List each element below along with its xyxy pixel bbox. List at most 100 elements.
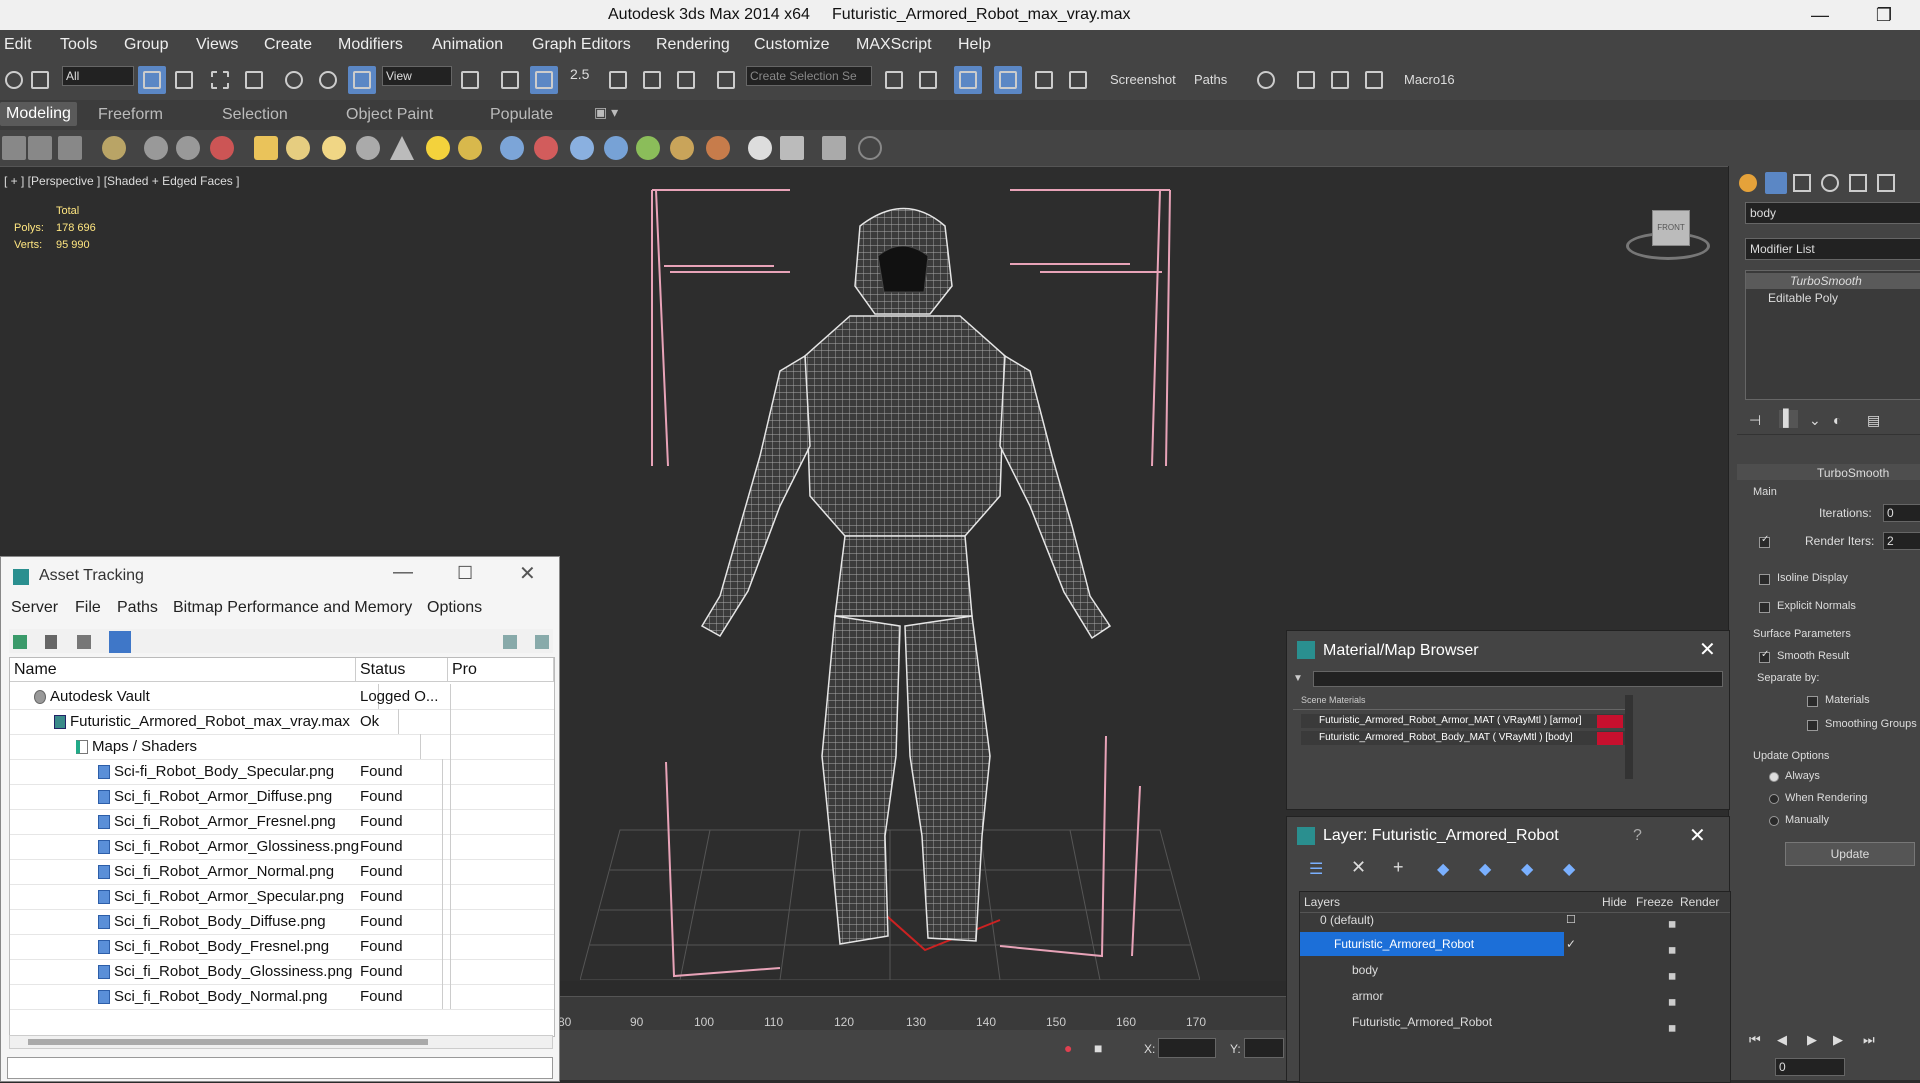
table-row[interactable]: Sci-fi_Robot_Body_Specular.png Found: [10, 759, 554, 785]
angle-snap-icon[interactable]: [604, 66, 632, 94]
select-manipulate-icon[interactable]: [496, 66, 524, 94]
render-setup-icon[interactable]: [1292, 66, 1320, 94]
select-object-icon[interactable]: [138, 66, 166, 94]
material-item-body[interactable]: Futuristic_Armored_Robot_Body_MAT ( VRay…: [1301, 731, 1631, 745]
minimize-button[interactable]: —: [1800, 2, 1840, 28]
material-sphere-icon[interactable]: [748, 136, 772, 160]
pin-stack-icon[interactable]: ⊣: [1749, 412, 1761, 429]
current-layer-check-icon[interactable]: ✓: [1566, 932, 1576, 956]
selection-filter-dropdown[interactable]: All: [62, 66, 134, 86]
y-coord-field[interactable]: [1244, 1038, 1284, 1058]
motion-tab-icon[interactable]: [1821, 174, 1839, 192]
menu-help[interactable]: Help: [958, 36, 991, 54]
lock-icon[interactable]: ■: [1094, 1040, 1102, 1056]
space-warp-icon[interactable]: [604, 136, 628, 160]
curve-editor-icon[interactable]: [1030, 66, 1058, 94]
minimize-icon[interactable]: —: [393, 561, 413, 584]
layer-row[interactable]: Futuristic_Armored_Robot ✓: [1300, 932, 1730, 956]
tab-freeform[interactable]: Freeform: [98, 106, 163, 124]
materials-checkbox[interactable]: [1807, 696, 1818, 707]
hierarchy-tab-icon[interactable]: [1793, 174, 1811, 192]
menu-group[interactable]: Group: [124, 36, 168, 54]
sphere-primitive-icon[interactable]: [322, 136, 346, 160]
camera-icon[interactable]: [570, 136, 594, 160]
table-row[interactable]: Sci_fi_Robot_Body_Glossiness.png Found: [10, 959, 554, 985]
ribbon-options-icon[interactable]: ▣ ▾: [594, 104, 618, 121]
cloth-icon[interactable]: [706, 136, 730, 160]
vault-settings-icon[interactable]: [535, 635, 549, 649]
layer-properties-icon[interactable]: ☰: [1309, 859, 1323, 879]
sun-light-icon[interactable]: [426, 136, 450, 160]
paths-macro-button[interactable]: Paths: [1194, 72, 1227, 87]
pin-icon[interactable]: ●: [1064, 1040, 1072, 1056]
particle-tools-icon[interactable]: [210, 136, 234, 160]
align-icon[interactable]: [914, 66, 942, 94]
viewport-layout-icon[interactable]: [2, 136, 26, 160]
export-icon[interactable]: [822, 136, 846, 160]
table-row[interactable]: Autodesk Vault Logged O...: [10, 684, 554, 710]
previous-frame-icon[interactable]: ◀: [1777, 1032, 1787, 1048]
layer-row[interactable]: 0 (default) ☐: [1300, 908, 1730, 932]
vault-connect-icon[interactable]: [503, 635, 517, 649]
render-grid-icon[interactable]: [780, 136, 804, 160]
create-tab-icon[interactable]: [1739, 174, 1757, 192]
configure-modifier-sets-icon[interactable]: ▤: [1867, 412, 1880, 429]
foliage-icon[interactable]: [636, 136, 660, 160]
help-icon[interactable]: [858, 136, 882, 160]
asset-menu-bitmap-performance[interactable]: Bitmap Performance and Memory: [173, 599, 412, 617]
asset-menu-options[interactable]: Options: [427, 599, 482, 617]
viewport-label[interactable]: [ + ] [Perspective ] [Shaded + Edged Fac…: [4, 174, 239, 188]
tab-selection[interactable]: Selection: [222, 106, 288, 124]
display-tab-icon[interactable]: [1849, 174, 1867, 192]
move-icon[interactable]: [280, 66, 308, 94]
render-iters-spinner[interactable]: 2: [1883, 532, 1920, 550]
maximize-button[interactable]: ❐: [1864, 2, 1904, 28]
named-selection-sets-dropdown[interactable]: Create Selection Se: [746, 66, 872, 86]
layer-explorer-icon[interactable]: [58, 136, 82, 160]
play-icon[interactable]: ▶: [1807, 1032, 1817, 1048]
table-row[interactable]: Sci_fi_Robot_Body_Diffuse.png Found: [10, 909, 554, 935]
maximize-icon[interactable]: ☐: [457, 563, 473, 584]
table-row[interactable]: Maps / Shaders: [10, 734, 554, 760]
render-production-icon[interactable]: [1360, 66, 1388, 94]
menu-customize[interactable]: Customize: [754, 36, 830, 54]
stack-item-editable-poly[interactable]: Editable Poly: [1768, 291, 1838, 305]
scrollbar-thumb[interactable]: [28, 1039, 428, 1045]
percent-snap-icon[interactable]: [638, 66, 666, 94]
screenshot-macro-button[interactable]: Screenshot: [1110, 72, 1176, 87]
current-layer-box-icon[interactable]: ☐: [1566, 908, 1576, 932]
schematic-view-icon[interactable]: [1064, 66, 1092, 94]
layer-row[interactable]: armor: [1300, 984, 1730, 1008]
layer-manager-icon[interactable]: [954, 66, 982, 94]
object-name-field[interactable]: body: [1745, 202, 1920, 224]
menu-rendering[interactable]: Rendering: [656, 36, 730, 54]
keyboard-shortcut-override-icon[interactable]: [530, 66, 558, 94]
isoline-display-checkbox[interactable]: [1759, 574, 1770, 585]
utilities-tab-icon[interactable]: [1877, 174, 1895, 192]
rectangle-selection-icon[interactable]: [206, 66, 234, 94]
smoothing-groups-checkbox[interactable]: [1807, 720, 1818, 731]
current-frame-field[interactable]: 0: [1775, 1058, 1845, 1076]
modifier-list-dropdown[interactable]: Modifier List: [1745, 238, 1920, 260]
mirror-icon[interactable]: [880, 66, 908, 94]
edit-named-selection-icon[interactable]: [712, 66, 740, 94]
spinner-snap-icon[interactable]: [672, 66, 700, 94]
table-row[interactable]: Sci_fi_Robot_Body_Fresnel.png Found: [10, 934, 554, 960]
update-button[interactable]: Update: [1785, 842, 1915, 866]
material-item-armor[interactable]: Futuristic_Armored_Robot_Armor_MAT ( VRa…: [1301, 714, 1631, 728]
table-row[interactable]: Futuristic_Armored_Robot_max_vray.max Ok: [10, 709, 554, 735]
asset-menu-server[interactable]: Server: [11, 599, 58, 617]
table-view-icon[interactable]: [109, 631, 131, 653]
make-unique-icon[interactable]: ⌄: [1809, 412, 1821, 429]
next-frame-icon[interactable]: ▶: [1833, 1032, 1843, 1048]
teapot-primitive-icon[interactable]: [356, 136, 380, 160]
menu-graph-editors[interactable]: Graph Editors: [532, 36, 631, 54]
highlight-selected-icon[interactable]: ◆: [1521, 859, 1533, 879]
light-lister-icon[interactable]: [102, 136, 126, 160]
hair-fur-icon[interactable]: [670, 136, 694, 160]
close-icon[interactable]: ✕: [1699, 637, 1716, 662]
box-primitive-icon[interactable]: [254, 136, 278, 160]
bone-tools-icon[interactable]: [144, 136, 168, 160]
omni-light-icon[interactable]: [458, 136, 482, 160]
link-icon[interactable]: [26, 66, 54, 94]
